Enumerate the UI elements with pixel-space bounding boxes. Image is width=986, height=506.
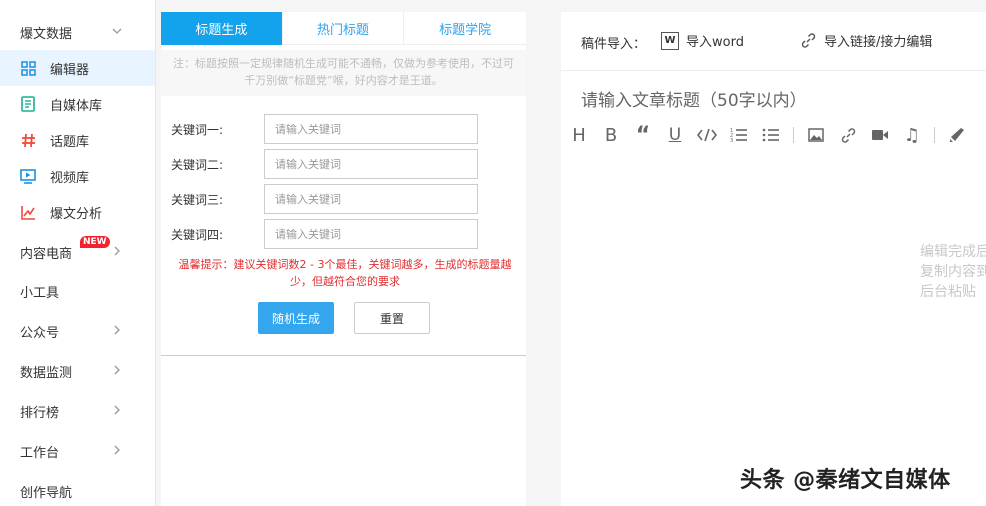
keyword-row-3: 关键词三: [171,184,491,214]
paste-hint-line: 后台粘贴 [920,284,976,300]
sidebar-section-label: 创作导航 [20,485,73,501]
sidebar-item-media-library[interactable]: 自媒体库 [0,86,155,122]
sidebar-section-ecommerce[interactable]: 内容电商 NEW [0,234,155,270]
divider [161,355,526,356]
heading-icon[interactable]: H [569,123,589,147]
sidebar: 爆文数据 编辑器 自媒体库 话题库 视频库 爆文分析 内容电商 NEW 小工具 … [0,0,156,506]
article-title-input[interactable]: 请输入文章标题（50字以内） [581,86,807,111]
bullet-list-icon[interactable] [761,123,781,147]
new-badge: NEW [80,236,110,248]
keyword-input-3[interactable] [264,184,478,214]
sidebar-section-ranking[interactable]: 排行榜 [0,393,155,429]
sidebar-section-label: 排行榜 [20,405,60,421]
sidebar-group-hot-data[interactable]: 爆文数据 [0,14,155,50]
keyword-input-1[interactable] [264,114,478,144]
sidebar-section-workbench[interactable]: 工作台 [0,433,155,469]
chevron-right-icon [114,246,120,256]
reset-button[interactable]: 重置 [354,302,430,334]
sidebar-section-label: 小工具 [20,285,60,301]
sidebar-section-tools[interactable]: 小工具 [0,273,155,309]
underline-icon[interactable]: U [665,123,685,147]
code-icon[interactable] [697,123,717,147]
document-icon [20,96,36,112]
editor-toolbar: H B “ U 123 ♫ [569,123,979,148]
chevron-right-icon [114,365,120,375]
sidebar-section-label: 数据监测 [20,365,73,381]
sidebar-group-label: 爆文数据 [20,26,73,42]
import-link-button[interactable]: 导入链接/接力编辑 [801,31,932,50]
sidebar-item-label: 编辑器 [50,62,90,78]
chevron-down-icon [112,28,122,34]
sidebar-item-topics[interactable]: 话题库 [0,122,155,158]
import-word-button[interactable]: W 导入word [661,31,744,50]
paste-hint-line: 复制内容到 [920,264,986,280]
quote-icon[interactable]: “ [633,123,653,148]
word-icon: W [661,31,679,50]
sidebar-section-label: 工作台 [20,445,60,461]
chevron-right-icon [114,445,120,455]
tab-title-generate[interactable]: 标题生成 [161,12,283,45]
grid-icon [20,60,36,76]
paste-hint-line: 编辑完成后 [920,244,986,260]
svg-text:3: 3 [730,138,733,143]
keyword-row-4: 关键词四: [171,219,491,249]
chevron-right-icon [114,405,120,415]
import-word-label: 导入word [686,35,744,50]
ordered-list-icon[interactable]: 123 [729,123,749,147]
toolbar-separator [934,127,935,143]
import-link-label: 导入链接/接力编辑 [824,35,933,50]
sidebar-item-label: 视频库 [50,170,90,186]
link-icon[interactable] [838,123,858,147]
keyword-row-1: 关键词一: [171,114,491,144]
sidebar-section-navigation[interactable]: 创作导航 [0,473,155,506]
tab-bar: 标题生成 热门标题 标题学院 [161,12,526,45]
brush-icon[interactable] [947,123,967,147]
link-icon [801,33,816,48]
bold-icon[interactable]: B [601,123,621,147]
import-bar: 稿件导入： W 导入word 导入链接/接力编辑 [561,12,986,71]
keyword-input-4[interactable] [264,219,478,249]
music-icon[interactable]: ♫ [902,123,922,147]
tab-title-academy[interactable]: 标题学院 [404,12,526,45]
video-icon [20,168,36,184]
keyword-label: 关键词三: [171,192,224,207]
sidebar-item-label: 自媒体库 [50,98,103,114]
title-generator-panel: 标题生成 热门标题 标题学院 注：标题按照一定规律随机生成可能不通畅，仅做为参考… [161,12,526,506]
keyword-label: 关键词二: [171,157,224,172]
keyword-label: 关键词一: [171,122,224,137]
image-icon[interactable] [806,123,826,147]
import-label: 稿件导入： [581,37,647,52]
tab-hot-titles[interactable]: 热门标题 [283,12,405,45]
sidebar-item-analysis[interactable]: 爆文分析 [0,194,155,230]
notice-text: 注：标题按照一定规律随机生成可能不通畅，仅做为参考使用，不过可千万别做“标题党”… [161,50,526,96]
watermark: 头条 @秦绪文自媒体 [740,468,951,493]
hashtag-icon [20,132,36,148]
video-camera-icon[interactable] [870,123,890,147]
chart-icon [20,204,36,220]
keyword-row-2: 关键词二: [171,149,491,179]
sidebar-section-monitoring[interactable]: 数据监测 [0,353,155,389]
sidebar-section-label: 内容电商 [20,246,73,262]
sidebar-item-label: 话题库 [50,134,90,150]
sidebar-section-wechat[interactable]: 公众号 [0,313,155,349]
app-root: 爆文数据 编辑器 自媒体库 话题库 视频库 爆文分析 内容电商 NEW 小工具 … [0,0,986,506]
sidebar-item-videos[interactable]: 视频库 [0,158,155,194]
keyword-label: 关键词四: [171,227,224,242]
article-editor: 稿件导入： W 导入word 导入链接/接力编辑 请输入文章标题（50字以内） … [561,12,986,506]
sidebar-item-label: 爆文分析 [50,206,103,222]
keyword-input-2[interactable] [264,149,478,179]
sidebar-section-label: 公众号 [20,325,60,341]
sidebar-item-editor[interactable]: 编辑器 [0,50,155,86]
paste-hint: 编辑完成后 复制内容到 后台粘贴 [920,242,986,302]
chevron-right-icon [114,325,120,335]
generate-button[interactable]: 随机生成 [258,302,334,334]
toolbar-separator [793,127,794,143]
warning-tip: 温馨提示：建议关键词数2 - 3个最佳，关键词越多，生成的标题量越少，但越符合您… [178,258,512,288]
